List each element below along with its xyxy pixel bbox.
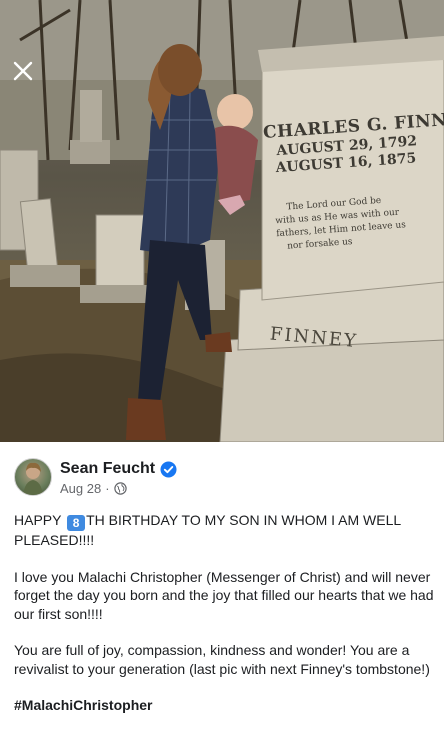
- author-row: Sean Feucht: [60, 460, 177, 478]
- post-photo[interactable]: CHARLES G. FINNEY AUGUST 29, 1792 AUGUST…: [0, 0, 444, 442]
- post-header: Sean Feucht Aug 28 ·: [0, 452, 444, 498]
- avatar-image: [23, 462, 43, 495]
- post-paragraph-3: You are full of joy, compassion, kindnes…: [14, 642, 430, 677]
- globe-icon: [113, 482, 127, 495]
- photo-illustration: [0, 0, 444, 442]
- post-meta: Aug 28 ·: [60, 481, 127, 496]
- meta-separator: ·: [105, 481, 110, 496]
- post-text-happy: HAPPY: [14, 512, 66, 528]
- post-paragraph-1: HAPPY 8 TH BIRTHDAY TO MY SON IN WHOM I A…: [14, 511, 434, 550]
- avatar[interactable]: [14, 458, 52, 496]
- close-icon: [13, 61, 33, 81]
- author-name[interactable]: Sean Feucht: [60, 460, 155, 478]
- keycap-8-emoji: 8: [67, 515, 86, 531]
- post-paragraph-2: I love you Malachi Christopher (Messenge…: [14, 568, 434, 622]
- post-body: HAPPY 8 TH BIRTHDAY TO MY SON IN WHOM I A…: [14, 511, 434, 733]
- post-date[interactable]: Aug 28: [60, 481, 101, 496]
- close-button[interactable]: [10, 58, 36, 84]
- hashtag-link[interactable]: #MalachiChristopher: [14, 697, 152, 713]
- verified-badge-icon: [160, 461, 177, 478]
